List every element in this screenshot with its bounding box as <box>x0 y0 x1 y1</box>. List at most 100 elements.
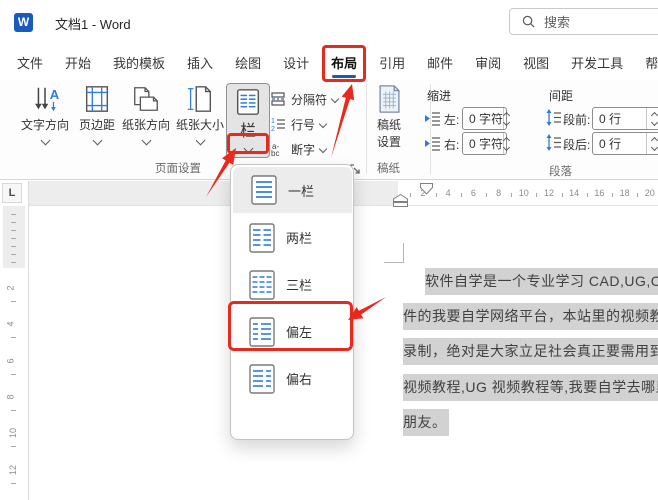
text-direction-button[interactable]: A 文字方向 <box>19 84 71 158</box>
chevron-down-icon <box>318 119 328 129</box>
three-columns-icon <box>249 269 275 300</box>
tab-file[interactable]: 文件 <box>16 49 44 76</box>
paragraph-group-label: 段落 <box>549 166 572 178</box>
spacing-heading: 间距 <box>549 89 574 103</box>
hyphenation-button[interactable]: a- bc 断字 <box>270 138 328 160</box>
tab-review[interactable]: 审阅 <box>474 49 502 76</box>
line-numbers-button[interactable]: 1 2 行号 <box>270 113 328 135</box>
tab-design[interactable]: 设计 <box>282 49 310 76</box>
word-window: W 文档1 - Word 搜索 文件 开始 我的模板 插入 绘图 设计 布局 引… <box>0 0 658 500</box>
line-numbers-label: 行号 <box>291 117 316 132</box>
margins-icon <box>85 86 109 112</box>
line-numbers-icon: 1 2 <box>271 118 285 132</box>
text-boundary-crop-mark <box>403 243 404 263</box>
indent-left-spinner[interactable]: 0 字符 <box>462 107 511 130</box>
tab-references[interactable]: 引用 <box>378 49 406 76</box>
orientation-icon <box>134 87 158 111</box>
spinner-arrows-icon[interactable] <box>502 133 511 154</box>
svg-text:A: A <box>50 87 60 102</box>
ruler-number: 10 <box>518 188 529 198</box>
space-after-spinner[interactable]: 0 行 <box>592 132 658 155</box>
menu-item-label: 一栏 <box>288 183 315 199</box>
space-after-icon <box>546 134 561 151</box>
chevron-down-icon <box>195 135 205 146</box>
tab-selector-button[interactable]: L <box>2 183 22 203</box>
document-text-line[interactable]: 软件自学是一个专业学习 CAD,UG,C <box>403 268 658 295</box>
first-line-indent-marker[interactable] <box>420 183 433 195</box>
paper-size-icon <box>187 86 212 112</box>
indent-right-value: 0 字符 <box>469 137 504 151</box>
columns-button[interactable]: 栏 <box>226 83 270 158</box>
indent-left-label: 左: <box>444 113 460 127</box>
menu-item-one-column[interactable]: 一栏 <box>233 167 352 213</box>
selected-text: 件的我要自学网络平台，本站里的视频教 <box>403 303 658 330</box>
spinner-arrows-icon[interactable] <box>646 133 658 154</box>
breaks-icon <box>271 92 285 106</box>
menu-item-label: 两栏 <box>286 231 313 246</box>
ruler-tick <box>11 301 16 302</box>
indent-left-icon <box>425 112 440 126</box>
ruler-tick <box>11 222 16 223</box>
indent-right-label: 右: <box>444 138 460 152</box>
document-text-line[interactable]: 朋友。 <box>403 409 449 436</box>
genko-setup-button[interactable]: 稿纸 设置 <box>364 84 414 158</box>
ruler-tick <box>410 193 412 197</box>
hyphenation-icon: a- bc <box>271 142 279 157</box>
left-narrow-icon <box>249 316 275 347</box>
orientation-button[interactable]: 纸张方向 <box>120 84 172 158</box>
selected-text: 录制，绝对是大家立足社会真正要需用到 <box>403 338 658 365</box>
ruler-tick <box>11 214 16 215</box>
breaks-button[interactable]: 分隔符 <box>270 88 340 110</box>
document-text-line[interactable]: 视频教程,UG 视频教程等,我要自学去哪里 <box>403 374 658 401</box>
tab-selector-glyph: L <box>8 187 16 199</box>
svg-text:bc: bc <box>271 149 279 157</box>
vertical-ruler[interactable]: 2 4 6 8 10 12 <box>0 206 28 500</box>
tab-layout-label: 布局 <box>331 56 358 71</box>
document-text-line[interactable]: 录制，绝对是大家立足社会真正要需用到 <box>403 338 658 365</box>
ruler-tick <box>511 193 513 197</box>
menu-item-two-columns[interactable]: 两栏 <box>231 214 353 261</box>
ruler-tick <box>11 373 16 375</box>
spinner-arrows-icon[interactable] <box>646 108 658 129</box>
ruler-number: 4 <box>445 188 451 198</box>
tab-insert[interactable]: 插入 <box>186 49 214 76</box>
ruler-number: 4 <box>5 321 16 327</box>
tab-my-templates[interactable]: 我的模板 <box>112 49 166 76</box>
ruler-tick <box>11 238 16 239</box>
spinner-arrows-icon[interactable] <box>502 108 511 129</box>
tab-home[interactable]: 开始 <box>64 49 92 76</box>
search-input[interactable]: 搜索 <box>509 8 658 35</box>
space-before-spinner[interactable]: 0 行 <box>592 107 658 130</box>
menu-item-left-narrow[interactable]: 偏左 <box>231 308 353 355</box>
tab-draw[interactable]: 绘图 <box>234 49 262 76</box>
ruler-number: 12 <box>8 464 19 475</box>
selected-text: 视频教程,UG 视频教程等,我要自学去哪里 <box>403 374 658 401</box>
document-text-line[interactable]: 件的我要自学网络平台，本站里的视频教 <box>403 303 658 330</box>
genko-group-label: 稿纸 <box>377 163 400 175</box>
menu-item-right-narrow[interactable]: 偏右 <box>231 355 353 402</box>
tab-help[interactable]: 帮助 <box>644 49 658 76</box>
tab-view[interactable]: 视图 <box>522 49 550 76</box>
left-indent-marker[interactable] <box>393 194 408 207</box>
margins-label: 页边距 <box>78 118 115 132</box>
indent-right-icon <box>425 137 440 151</box>
menu-item-three-columns[interactable]: 三栏 <box>231 261 353 308</box>
tab-developer[interactable]: 开发工具 <box>570 49 624 76</box>
selected-text: 软件自学是一个专业学习 CAD,UG,C <box>425 268 658 295</box>
chevron-down-icon <box>141 135 151 146</box>
search-icon <box>522 15 535 28</box>
columns-dropdown-chevron-icon[interactable] <box>243 143 253 154</box>
ruler-tick <box>486 193 487 197</box>
ruler-number: 18 <box>619 188 630 198</box>
margins-button[interactable]: 页边距 <box>72 84 122 158</box>
ruler-number: 14 <box>569 188 580 198</box>
ruler-tick <box>460 193 462 197</box>
indent-right-spinner[interactable]: 0 字符 <box>462 132 511 155</box>
tab-mailings[interactable]: 邮件 <box>426 49 454 76</box>
ruler-number: 16 <box>594 188 605 198</box>
breaks-label: 分隔符 <box>291 92 328 107</box>
tab-layout[interactable]: 布局 <box>322 45 367 82</box>
chevron-down-icon <box>318 144 328 154</box>
paper-size-button[interactable]: 纸张大小 <box>174 84 226 158</box>
title-bar: W 文档1 - Word 搜索 <box>0 0 658 45</box>
